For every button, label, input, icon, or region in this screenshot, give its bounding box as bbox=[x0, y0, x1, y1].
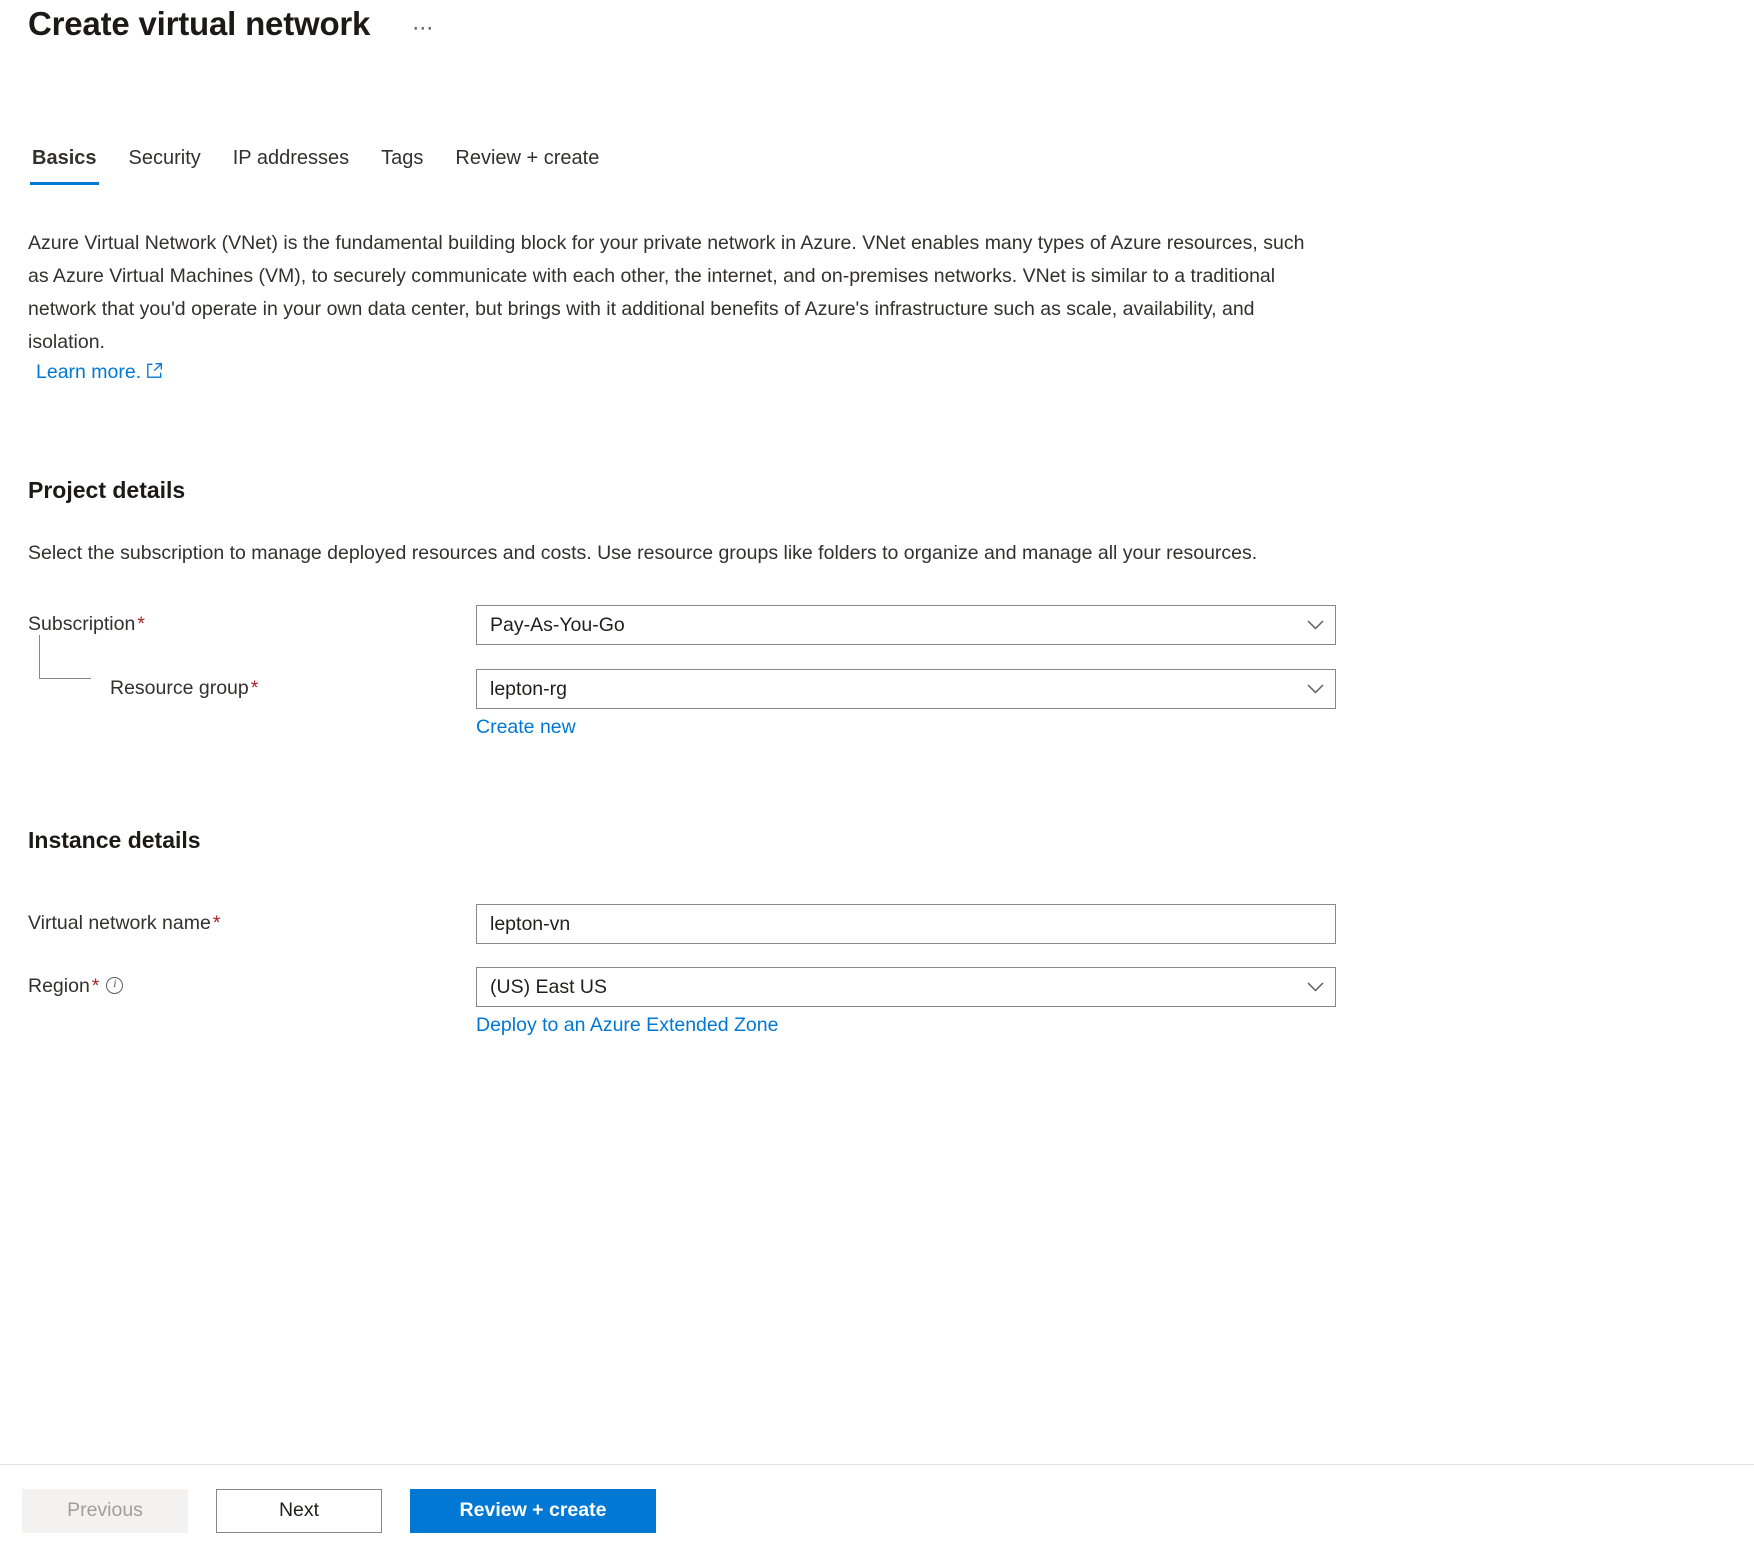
chevron-down-icon bbox=[1307, 976, 1324, 999]
region-dropdown[interactable]: (US) East US bbox=[476, 967, 1336, 1007]
subscription-value: Pay-As-You-Go bbox=[490, 613, 625, 636]
deploy-extended-zone-link[interactable]: Deploy to an Azure Extended Zone bbox=[476, 1014, 778, 1037]
virtual-network-name-input[interactable]: lepton-vn bbox=[476, 904, 1336, 944]
subscription-control: Pay-As-You-Go bbox=[476, 605, 1336, 645]
subscription-label-text: Subscription bbox=[28, 613, 136, 635]
resource-group-control: lepton-rg Create new bbox=[476, 669, 1336, 739]
tab-security[interactable]: Security bbox=[113, 146, 217, 185]
virtual-network-name-value: lepton-vn bbox=[490, 912, 571, 935]
next-button[interactable]: Next bbox=[216, 1488, 382, 1533]
subscription-label: Subscription * bbox=[28, 605, 476, 637]
review-create-button[interactable]: Review + create bbox=[410, 1488, 656, 1533]
blade-content: Azure Virtual Network (VNet) is the fund… bbox=[0, 205, 1754, 1037]
virtual-network-name-label-text: Virtual network name bbox=[28, 912, 211, 934]
region-label-text: Region bbox=[28, 975, 90, 997]
subscription-dropdown[interactable]: Pay-As-You-Go bbox=[476, 605, 1336, 645]
chevron-down-icon bbox=[1307, 614, 1324, 637]
tab-ip-addresses[interactable]: IP addresses bbox=[217, 146, 365, 185]
virtual-network-name-control: lepton-vn bbox=[476, 904, 1336, 944]
region-control: (US) East US Deploy to an Azure Extended… bbox=[476, 967, 1336, 1037]
blade-footer: Previous Next Review + create bbox=[0, 1464, 1754, 1556]
resource-group-dropdown[interactable]: lepton-rg bbox=[476, 669, 1336, 709]
region-value: (US) East US bbox=[490, 975, 608, 998]
subscription-row: Subscription * Pay-As-You-Go bbox=[28, 605, 1726, 645]
instance-details-heading: Instance details bbox=[28, 827, 201, 853]
project-details-heading: Project details bbox=[28, 477, 186, 503]
tab-bar: Basics Security IP addresses Tags Review… bbox=[0, 133, 1754, 185]
create-new-resource-group-link[interactable]: Create new bbox=[476, 716, 576, 739]
learn-more-link[interactable]: Learn more. bbox=[36, 361, 163, 383]
required-asterisk: * bbox=[91, 975, 100, 997]
tab-review-create[interactable]: Review + create bbox=[439, 146, 615, 185]
instance-details-fields: Virtual network name * lepton-vn Region * … bbox=[28, 904, 1726, 1037]
learn-more-row: Learn more. bbox=[28, 361, 1726, 385]
resource-group-value: lepton-rg bbox=[490, 677, 567, 700]
external-link-icon bbox=[146, 362, 163, 385]
previous-button[interactable]: Previous bbox=[22, 1488, 188, 1533]
required-asterisk: * bbox=[137, 613, 145, 635]
required-asterisk: * bbox=[212, 912, 221, 934]
intro-paragraph: Azure Virtual Network (VNet) is the fund… bbox=[28, 232, 1305, 353]
virtual-network-name-row: Virtual network name * lepton-vn bbox=[28, 904, 1726, 944]
learn-more-label: Learn more. bbox=[36, 361, 142, 383]
region-label: Region * bbox=[28, 967, 476, 999]
resource-group-label-text: Resource group bbox=[110, 677, 249, 699]
chevron-down-icon bbox=[1307, 678, 1324, 701]
virtual-network-name-label: Virtual network name * bbox=[28, 904, 476, 936]
required-asterisk: * bbox=[250, 677, 259, 699]
tab-basics[interactable]: Basics bbox=[16, 146, 113, 185]
resource-group-row: Resource group * lepton-rg Create new bbox=[28, 669, 1726, 739]
project-details-fields: Subscription * Pay-As-You-Go Resource gro… bbox=[28, 605, 1726, 739]
page-title: Create virtual network bbox=[28, 5, 371, 42]
tab-tags[interactable]: Tags bbox=[365, 146, 439, 185]
project-details-description: Select the subscription to manage deploy… bbox=[28, 542, 1258, 564]
info-icon[interactable] bbox=[106, 976, 124, 994]
more-options-icon[interactable]: ⋯ bbox=[412, 18, 435, 39]
blade-header: Create virtual network ⋯ bbox=[0, 0, 1754, 44]
create-virtual-network-blade: Create virtual network ⋯ Basics Security… bbox=[0, 0, 1754, 1556]
region-row: Region* (US) East US Deploy to an Azure … bbox=[28, 967, 1726, 1037]
resource-group-label: Resource group * bbox=[28, 669, 476, 701]
